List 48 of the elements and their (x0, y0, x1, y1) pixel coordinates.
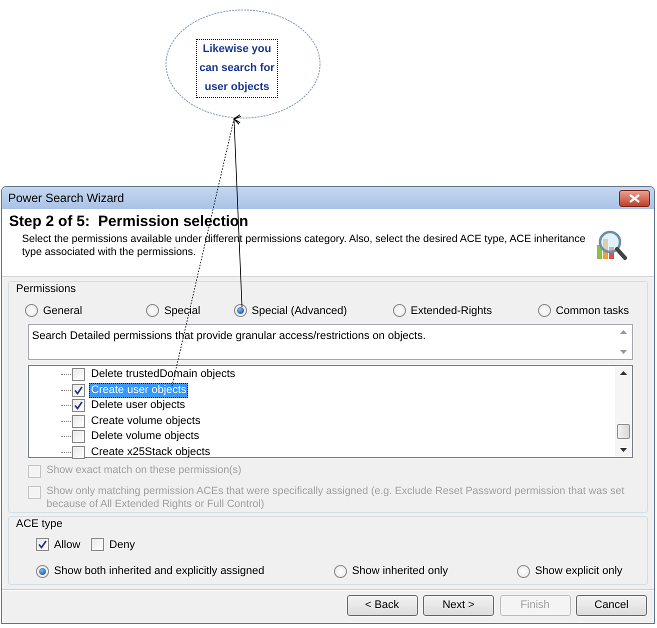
radio-label: General (43, 304, 82, 318)
radio-button[interactable] (146, 304, 160, 318)
radio-label: Extended-Rights (410, 304, 492, 318)
wizard-button[interactable]: Next > (423, 595, 494, 616)
window-title: Power Search Wizard (8, 190, 124, 207)
radio-button[interactable] (538, 304, 551, 318)
checkbox-label: Deny (109, 538, 135, 552)
checkbox[interactable] (72, 446, 85, 459)
radio-label: Show inherited only (352, 564, 448, 579)
radio-label: Special (164, 304, 200, 318)
checkbox-label: Show only matching permission ACEs that were specifically assigned (e.g. Exclude Reset Password permission that was set because of All Extended Rights or Full Control) (46, 485, 626, 511)
checkbox[interactable] (72, 430, 85, 444)
checkbox[interactable] (72, 368, 85, 382)
checkbox[interactable] (36, 538, 49, 552)
tree-item[interactable]: Delete user objects (89, 398, 188, 414)
wizard-button[interactable]: < Back (346, 595, 418, 616)
group-label: Permissions (15, 282, 77, 297)
checkbox-label: Show exact match on these permission(s) (46, 464, 242, 477)
close-icon (629, 194, 640, 202)
close-button[interactable] (619, 190, 650, 206)
checkbox[interactable] (72, 399, 85, 412)
group-label: ACE type (15, 517, 64, 532)
radio-label: Show explicit only (535, 564, 622, 579)
scroll-up-icon[interactable] (620, 371, 627, 375)
checkbox[interactable] (72, 414, 85, 428)
search-chart-icon (594, 229, 628, 263)
radio-button[interactable] (25, 304, 38, 318)
callout-text: Likewise you can search for user objects (196, 39, 278, 98)
tree-item[interactable]: Delete volume objects (89, 429, 202, 444)
radio-label: Common tasks (556, 304, 630, 318)
radio-button[interactable] (517, 564, 530, 578)
category-description: Search Detailed permissions that provide granular access/restrictions on objects. (31, 329, 427, 344)
tree-item[interactable]: Delete trustedDomain objects (89, 367, 238, 382)
radio-button[interactable] (334, 564, 347, 578)
checkbox[interactable] (72, 384, 85, 397)
checkbox-label: Allow (54, 538, 80, 552)
radio-button[interactable] (36, 564, 49, 578)
tree-item[interactable]: Create volume objects (89, 414, 202, 429)
radio-label: Special (Advanced) (252, 304, 348, 318)
radio-button[interactable] (392, 304, 406, 318)
scrollbar[interactable] (615, 366, 632, 457)
scroll-thumb[interactable] (617, 424, 630, 439)
radio-label: Show both inherited and explicitly assigned (54, 564, 264, 579)
wizard-button[interactable]: Cancel (576, 595, 647, 616)
radio-button[interactable] (234, 304, 247, 318)
checkbox[interactable] (91, 538, 104, 552)
tree-item[interactable]: Create x25Stack objects (89, 444, 212, 460)
scroll-down-icon[interactable] (620, 448, 627, 452)
